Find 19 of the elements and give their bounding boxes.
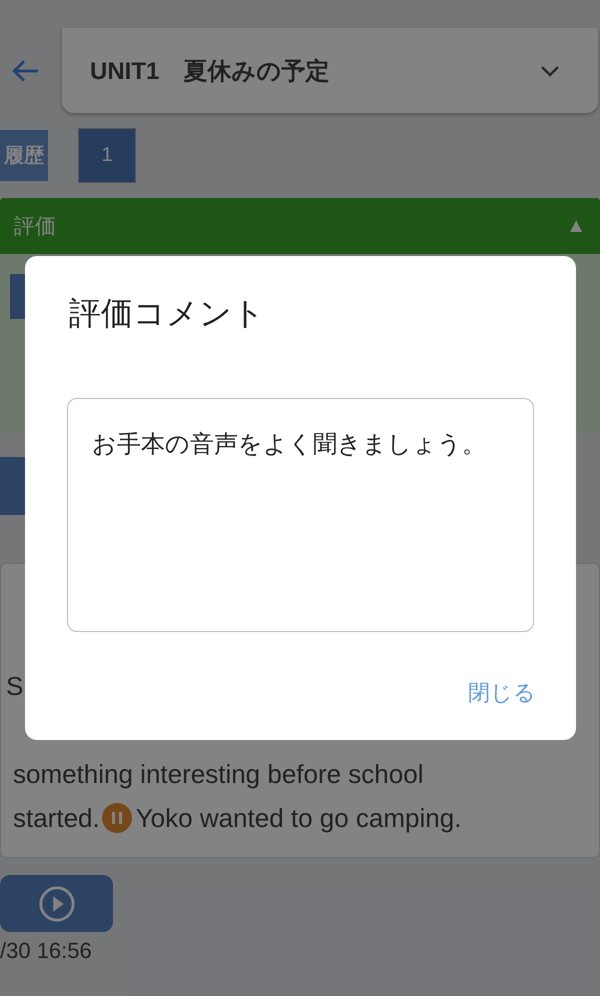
passage-text: Yoko wanted to go camping. [136,802,462,835]
play-button[interactable] [0,875,113,932]
close-button[interactable]: 閉じる [460,672,544,714]
comment-field[interactable]: お手本の音声をよく聞きましょう。 [67,398,534,632]
date-time: /30 16:56 [0,938,92,964]
page-button[interactable]: 1 [78,128,136,183]
play-icon [38,884,76,922]
back-arrow-icon[interactable] [10,58,40,84]
unit-select[interactable]: UNIT1 夏休みの予定 [62,28,598,113]
chevron-down-icon [540,64,560,76]
history-label: 履歴 [0,130,48,181]
dialog-title: 評価コメント [69,294,266,333]
collapse-toggle[interactable]: ▲ [566,214,586,238]
passage-text: started. [13,802,100,835]
pause-icon[interactable] [102,803,132,833]
passage-text: S [6,670,24,703]
passage-text: something interesting before school [13,758,424,791]
evaluation-title: 評価 [14,214,56,240]
evaluation-header[interactable]: 評価 ▲ [0,198,600,254]
